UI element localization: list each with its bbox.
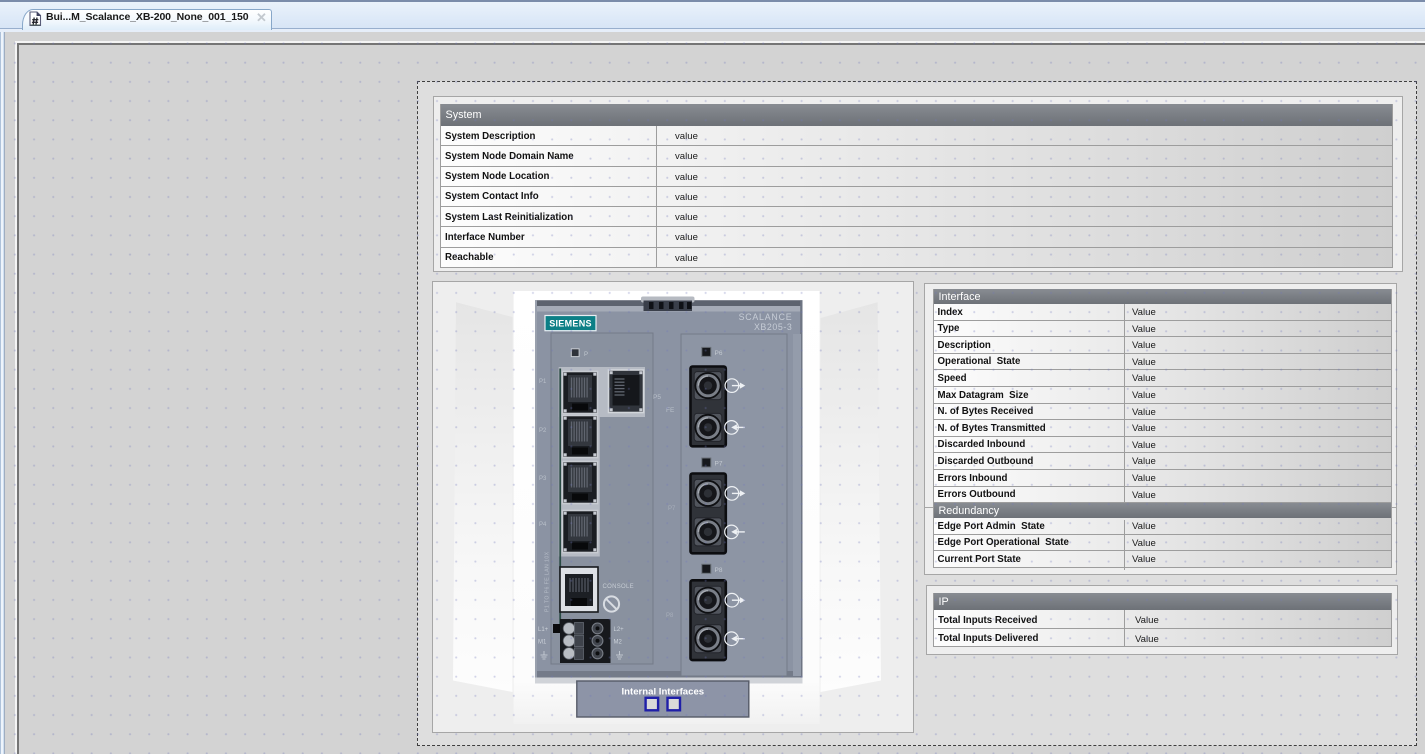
svg-text:P4: P4 <box>539 522 547 528</box>
svg-text:M1: M1 <box>538 640 547 646</box>
svg-text:SCALANCE: SCALANCE <box>739 312 793 322</box>
svg-text:L1+: L1+ <box>538 627 549 633</box>
svg-text:P5: P5 <box>653 394 661 401</box>
svg-text:P7: P7 <box>715 461 723 468</box>
svg-text:FE: FE <box>666 407 675 414</box>
svg-text:Internal Interfaces: Internal Interfaces <box>621 687 704 698</box>
svg-text:CONSOLE: CONSOLE <box>603 584 634 590</box>
svg-text:SIEMENS: SIEMENS <box>549 319 592 329</box>
svg-text:P6: P6 <box>715 350 723 357</box>
svg-text:P1: P1 <box>539 379 547 385</box>
svg-text:P7: P7 <box>668 506 676 512</box>
svg-text:P: P <box>584 352 588 358</box>
svg-text:L2+: L2+ <box>614 627 625 633</box>
svg-text:P1 TO P6 FE LAN 10X: P1 TO P6 FE LAN 10X <box>545 551 551 612</box>
svg-text:XB205-3: XB205-3 <box>754 322 792 332</box>
svg-text:P2: P2 <box>539 428 547 434</box>
svg-text:P8: P8 <box>666 613 674 619</box>
svg-text:P3: P3 <box>539 476 547 482</box>
svg-text:P8: P8 <box>715 567 723 574</box>
svg-text:M2: M2 <box>614 640 623 646</box>
